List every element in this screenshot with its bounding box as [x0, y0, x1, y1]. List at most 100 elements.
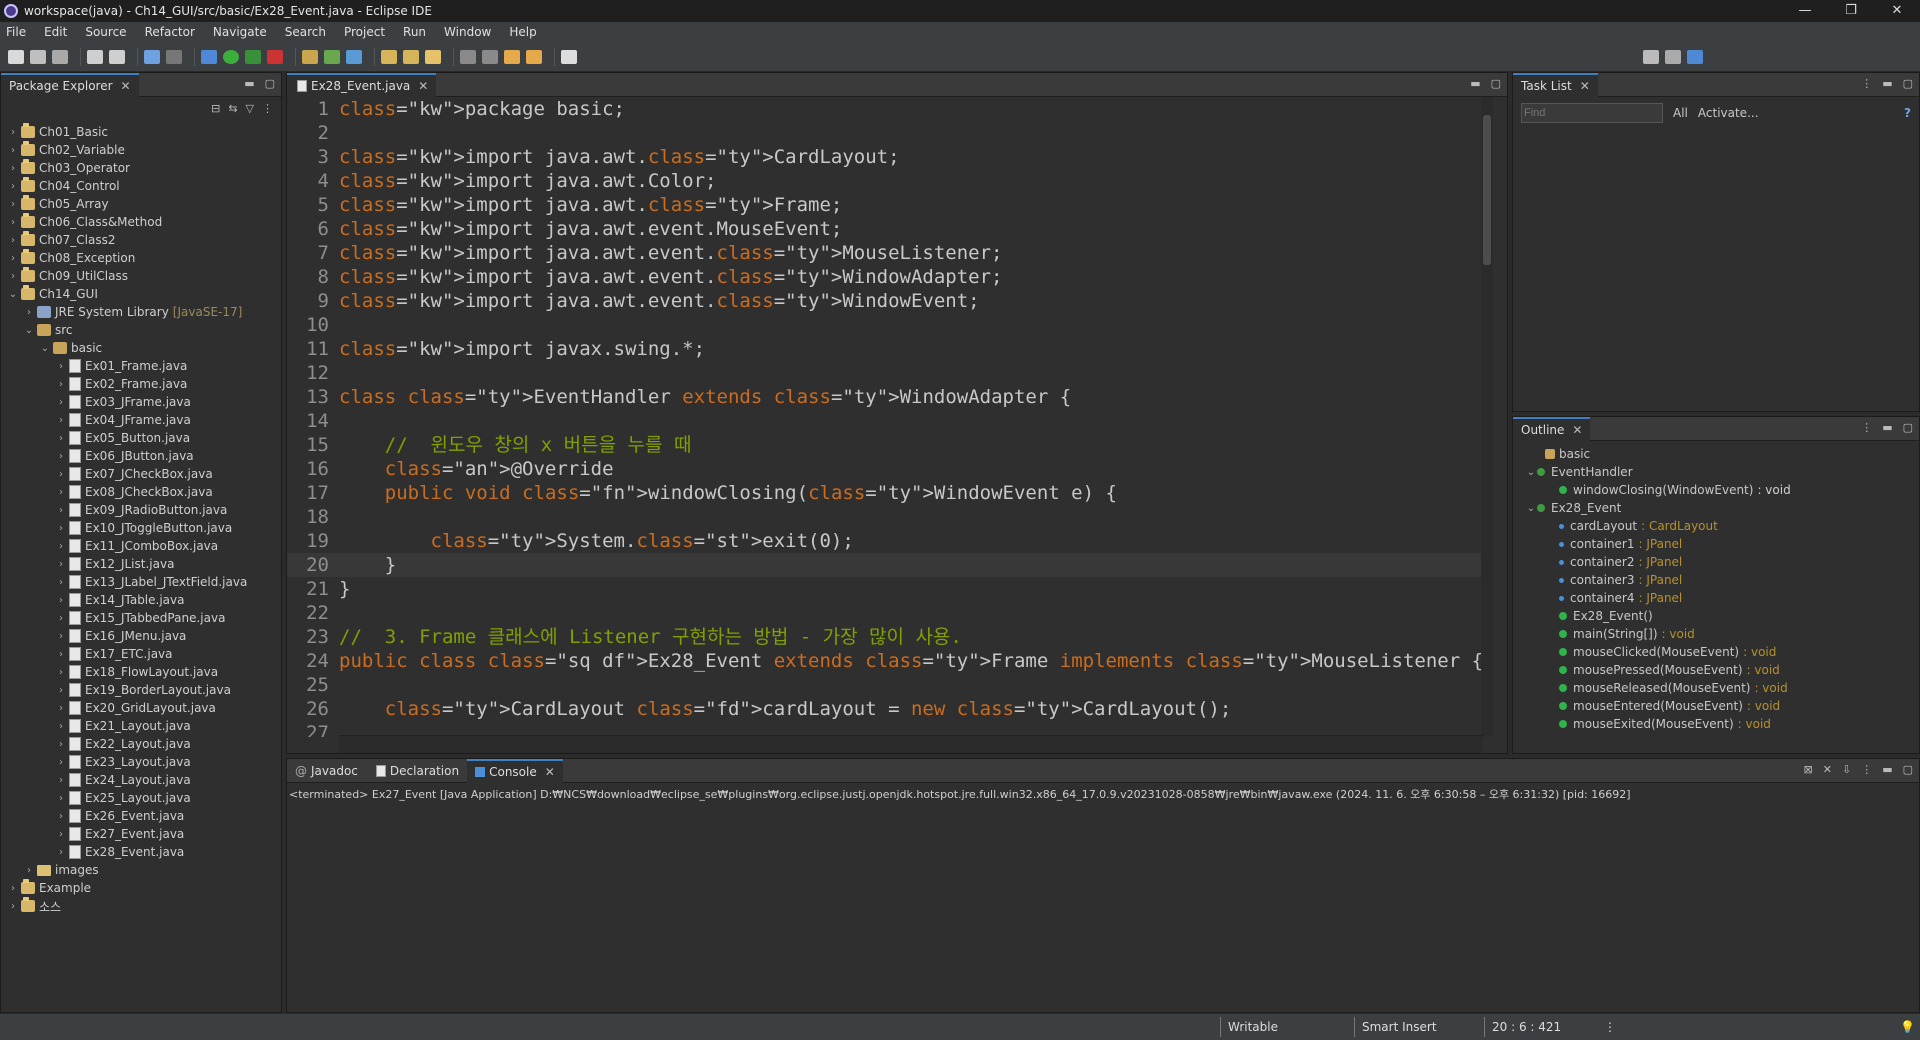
minimize-icon[interactable]: ▬ [1882, 77, 1892, 90]
tree-item-file[interactable]: › Ex23_Layout.java [1, 753, 281, 771]
tree-item-project[interactable]: › Ch03_Operator [1, 159, 281, 177]
tree-item-file[interactable]: › Ex16_JMenu.java [1, 627, 281, 645]
coverage-icon[interactable] [245, 49, 261, 64]
chevron-right-icon[interactable]: › [7, 163, 19, 174]
chevron-right-icon[interactable]: › [55, 847, 67, 858]
close-icon[interactable]: ✕ [545, 765, 555, 779]
tab-task-list[interactable]: Task List ✕ [1513, 72, 1598, 97]
minimize-icon[interactable]: ▬ [1882, 763, 1892, 776]
code-line[interactable]: 13 class class="ty">EventHandler extends … [287, 385, 1483, 409]
tree-item-file[interactable]: › Ex26_Event.java [1, 807, 281, 825]
tree-item-project[interactable]: › Ch01_Basic [1, 123, 281, 141]
status-menu-icon[interactable]: ⋮ [1604, 1020, 1616, 1034]
new-java-project-icon[interactable] [302, 49, 318, 64]
chevron-right-icon[interactable]: › [7, 901, 19, 912]
tab-outline[interactable]: Outline ✕ [1513, 416, 1591, 441]
maximize-icon[interactable]: ▢ [1491, 77, 1501, 90]
chevron-right-icon[interactable]: › [7, 127, 19, 138]
link-editor-icon[interactable]: ⇆ [228, 102, 237, 115]
tree-item-project[interactable]: › Ch07_Class2 [1, 231, 281, 249]
outline-constructor[interactable]: Ex28_Event() [1513, 607, 1919, 625]
close-icon[interactable]: ✕ [1580, 79, 1590, 93]
tree-item-jre[interactable]: › JRE System Library [JavaSE-17] [1, 303, 281, 321]
clear-console-icon[interactable]: ⊠ [1804, 763, 1813, 776]
chevron-right-icon[interactable]: › [55, 487, 67, 498]
chevron-right-icon[interactable]: › [55, 757, 67, 768]
forward-icon[interactable] [526, 49, 542, 64]
chevron-right-icon[interactable]: › [55, 379, 67, 390]
chevron-right-icon[interactable]: › [55, 667, 67, 678]
chevron-down-icon[interactable]: ⌄ [23, 325, 35, 336]
chevron-right-icon[interactable]: › [55, 631, 67, 642]
open-perspective-icon[interactable] [1665, 49, 1681, 64]
close-icon[interactable]: ✕ [418, 79, 428, 93]
chevron-right-icon[interactable]: › [7, 271, 19, 282]
tree-item-file[interactable]: › Ex13_JLabel_JTextField.java [1, 573, 281, 591]
debug-icon[interactable] [201, 49, 217, 64]
chevron-right-icon[interactable]: › [55, 397, 67, 408]
tree-item-file[interactable]: › Ex07_JCheckBox.java [1, 465, 281, 483]
tree-item-file[interactable]: › Ex01_Frame.java [1, 357, 281, 375]
redo-icon[interactable] [109, 49, 125, 64]
tree-item-file[interactable]: › Ex21_Layout.java [1, 717, 281, 735]
outline-package[interactable]: basic [1513, 445, 1919, 463]
code-line[interactable]: 7 class="kw">import java.awt.event.class=… [287, 241, 1483, 265]
code-line[interactable]: 26 class="ty">CardLayout class="fd">card… [287, 697, 1483, 721]
tab-package-explorer[interactable]: Package Explorer ✕ [1, 72, 139, 97]
minimize-icon[interactable]: ▬ [1470, 77, 1480, 90]
task-find-input[interactable] [1521, 103, 1663, 123]
view-menu-icon[interactable]: ⋮ [262, 102, 273, 115]
minimize-icon[interactable]: ▬ [244, 77, 254, 90]
pin-editor-icon[interactable] [561, 49, 577, 64]
code-line[interactable]: 23 // 3. Frame 클래스에 Listener 구현하는 방법 - 가장… [287, 625, 1483, 649]
scroll-lock-icon[interactable]: ⇩ [1842, 763, 1851, 776]
chevron-right-icon[interactable]: › [55, 505, 67, 516]
maximize-icon[interactable]: ▢ [1903, 421, 1913, 434]
tree-item-file[interactable]: › Ex22_Layout.java [1, 735, 281, 753]
tree-item-project[interactable]: › Ch04_Control [1, 177, 281, 195]
lightbulb-icon[interactable]: 💡 [1900, 1020, 1915, 1034]
chevron-right-icon[interactable]: › [55, 739, 67, 750]
chevron-right-icon[interactable]: › [23, 307, 35, 318]
outline-method[interactable]: mousePressed(MouseEvent): void [1513, 661, 1919, 679]
outline-class[interactable]: ⌄ EventHandler [1513, 463, 1919, 481]
skip-breakpoints-icon[interactable] [166, 49, 182, 64]
menu-project[interactable]: Project [344, 25, 385, 39]
chevron-right-icon[interactable]: › [55, 793, 67, 804]
chevron-right-icon[interactable]: › [55, 469, 67, 480]
remove-launch-icon[interactable]: ✕ [1823, 763, 1832, 776]
maximize-icon[interactable]: ▢ [1903, 763, 1913, 776]
code-line[interactable]: 25 [287, 673, 1483, 697]
code-line[interactable]: 17 public void class="fn">windowClosing(… [287, 481, 1483, 505]
chevron-right-icon[interactable]: › [55, 721, 67, 732]
horizontal-scrollbar[interactable] [339, 735, 1483, 753]
tree-item-file[interactable]: › Ex05_Button.java [1, 429, 281, 447]
tree-item-project[interactable]: › Ch06_Class&Method [1, 213, 281, 231]
chevron-right-icon[interactable]: › [23, 865, 35, 876]
new-class-icon[interactable] [346, 49, 362, 64]
view-menu-icon[interactable]: ⋮ [1861, 421, 1872, 434]
back-icon[interactable] [504, 49, 520, 64]
tree-item-file[interactable]: › Ex04_JFrame.java [1, 411, 281, 429]
tree-item-project[interactable]: › Example [1, 879, 281, 897]
menu-file[interactable]: File [6, 25, 26, 39]
code-line[interactable]: 3 class="kw">import java.awt.class="ty">C… [287, 145, 1483, 169]
tree-item-project[interactable]: › Ch05_Array [1, 195, 281, 213]
code-line[interactable]: 9 class="kw">import java.awt.event.class=… [287, 289, 1483, 313]
chevron-right-icon[interactable]: › [7, 217, 19, 228]
tree-item-src[interactable]: ⌄ src [1, 321, 281, 339]
menu-refactor[interactable]: Refactor [145, 25, 195, 39]
close-icon[interactable]: ✕ [1572, 423, 1582, 437]
tree-item-file[interactable]: › Ex18_FlowLayout.java [1, 663, 281, 681]
chevron-right-icon[interactable]: › [55, 613, 67, 624]
chevron-right-icon[interactable]: › [55, 685, 67, 696]
tree-item-file[interactable]: › Ex17_ETC.java [1, 645, 281, 663]
minimize-button[interactable]: — [1782, 0, 1828, 22]
maximize-icon[interactable]: ▢ [265, 77, 275, 90]
tree-item-file[interactable]: › Ex02_Frame.java [1, 375, 281, 393]
help-icon[interactable]: ? [1904, 106, 1911, 120]
tree-item-package[interactable]: ⌄ basic [1, 339, 281, 357]
undo-icon[interactable] [87, 49, 103, 64]
close-button[interactable]: ✕ [1874, 0, 1920, 22]
chevron-right-icon[interactable]: › [55, 775, 67, 786]
